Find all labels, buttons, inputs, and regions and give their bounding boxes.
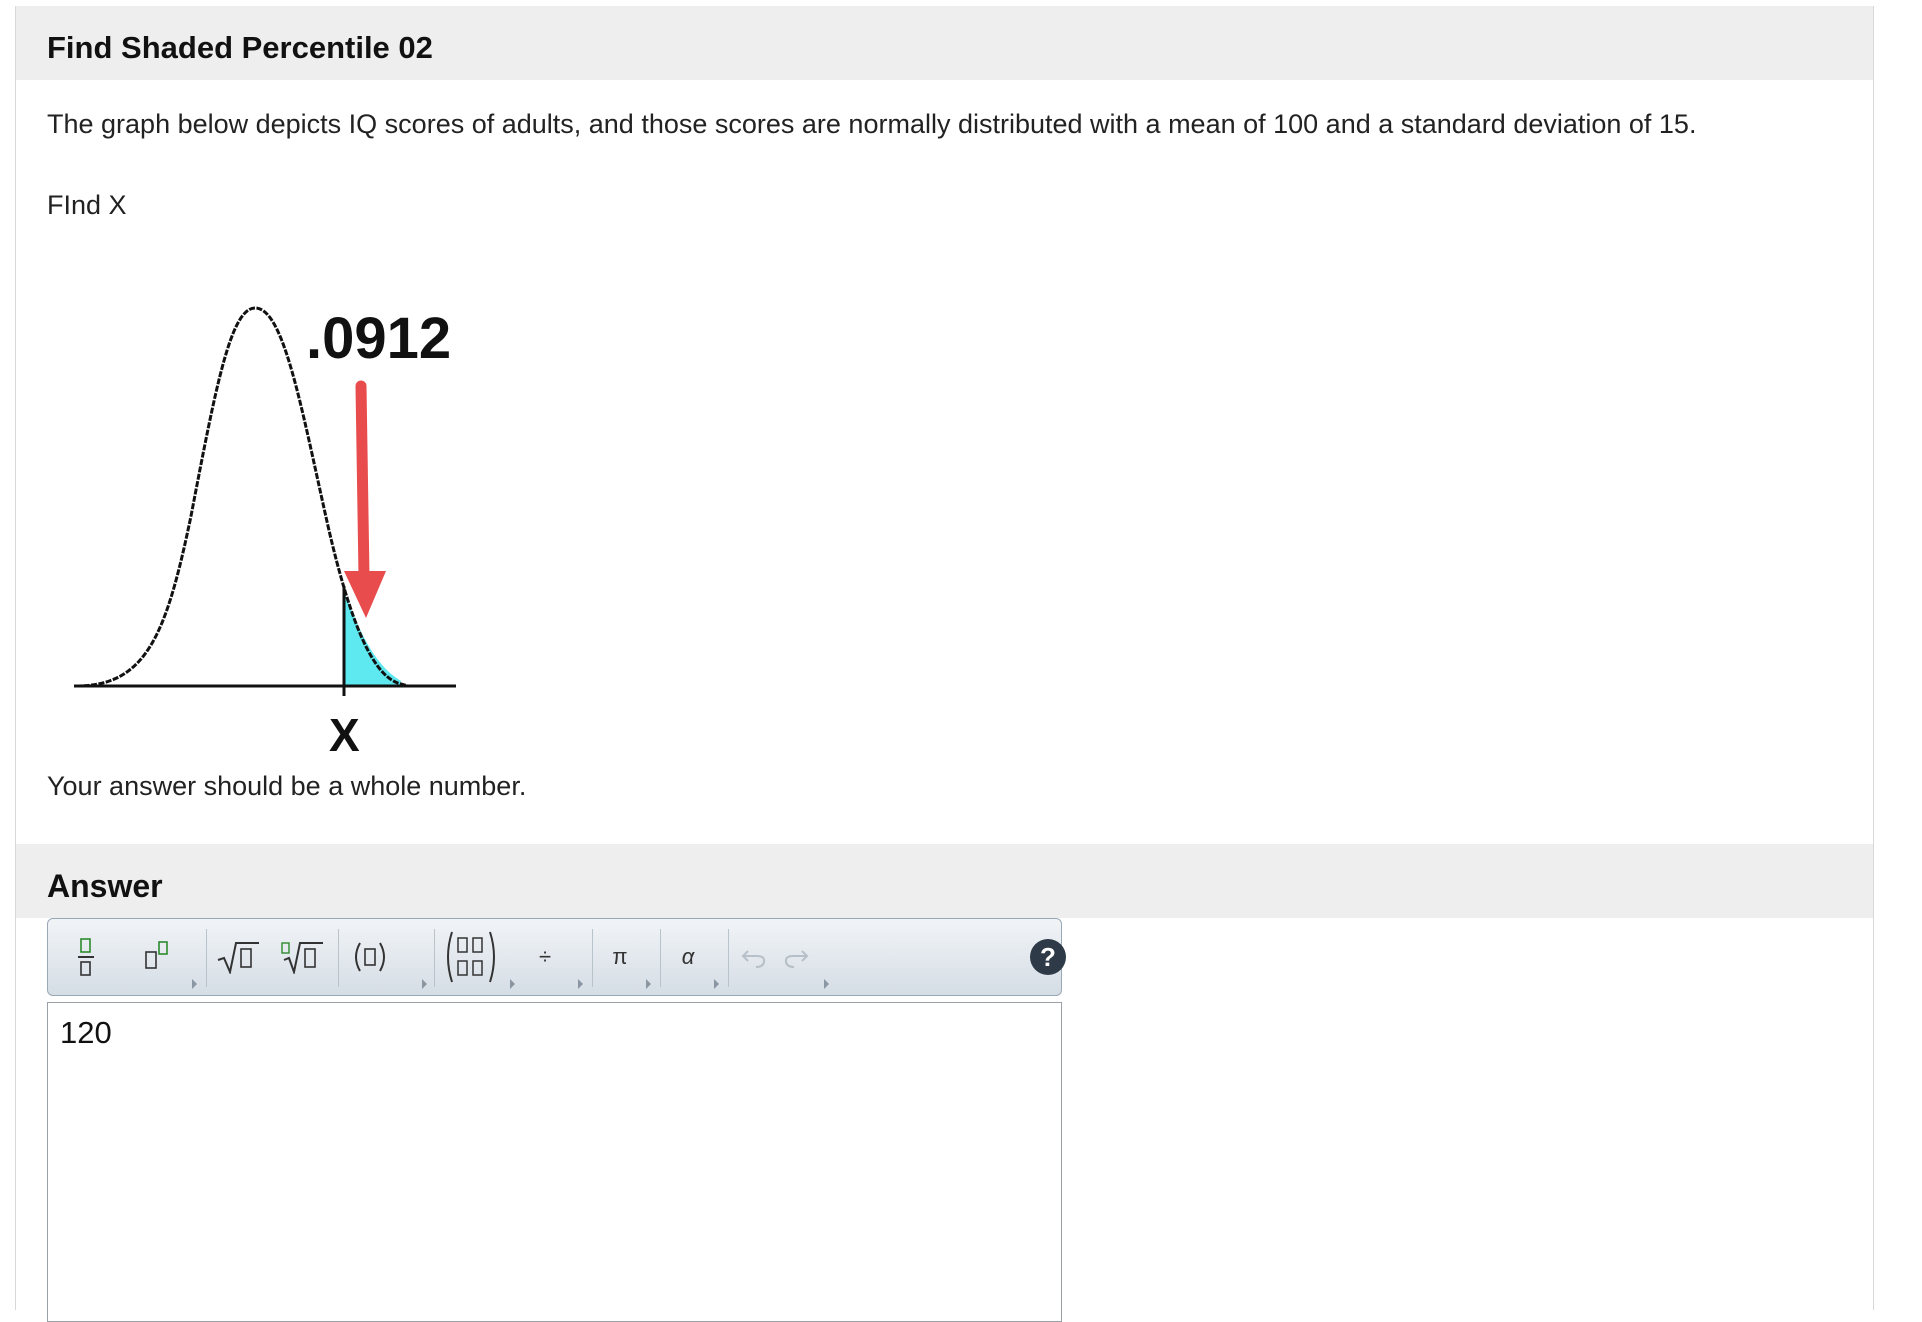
- chevron-right-icon: [646, 979, 651, 989]
- chevron-right-icon: [422, 979, 427, 989]
- arrow-shaft: [355, 380, 370, 582]
- chevron-right-icon: [714, 979, 719, 989]
- shaded-tail-region: [344, 591, 401, 686]
- chevron-right-icon: [578, 979, 583, 989]
- square-root-icon: [217, 942, 259, 974]
- shaded-area-label: .0912: [306, 306, 451, 371]
- answer-input[interactable]: 120: [47, 1002, 1062, 1322]
- parentheses-button[interactable]: [348, 933, 392, 981]
- alpha-button[interactable]: α: [666, 933, 710, 981]
- matrix-button[interactable]: [442, 927, 500, 987]
- x-label: X: [329, 709, 360, 761]
- alpha-icon: α: [681, 944, 695, 969]
- pi-icon: π: [612, 944, 628, 969]
- matrix-icon: [447, 931, 495, 983]
- chevron-right-icon: [192, 979, 197, 989]
- redo-button[interactable]: [778, 933, 814, 981]
- fraction-icon: [78, 938, 94, 976]
- parentheses-icon: [355, 942, 385, 972]
- chevron-right-icon: [510, 979, 515, 989]
- superscript-button[interactable]: [140, 933, 176, 981]
- question-text: The graph below depicts IQ scores of adu…: [47, 109, 1697, 139]
- nth-root-button[interactable]: [280, 933, 324, 981]
- toolbar-divider: [592, 929, 593, 987]
- math-toolbar: ÷ π α ?: [47, 918, 1066, 996]
- chevron-right-icon: [824, 979, 829, 989]
- pi-button[interactable]: π: [598, 933, 642, 981]
- answer-section-header: Answer: [16, 844, 1873, 918]
- undo-icon: [741, 950, 766, 968]
- question-prompt: FInd X: [47, 190, 127, 220]
- undo-button[interactable]: [736, 933, 772, 981]
- answer-hint: Your answer should be a whole number.: [47, 771, 527, 801]
- square-root-button[interactable]: [216, 933, 260, 981]
- normal-curve-figure: .0912 X: [74, 306, 456, 761]
- toolbar-divider: [660, 929, 661, 987]
- title-bar: Find Shaded Percentile 02: [16, 6, 1873, 80]
- help-icon[interactable]: ?: [1030, 939, 1066, 975]
- divide-button[interactable]: ÷: [528, 933, 562, 981]
- toolbar-divider: [338, 929, 339, 987]
- superscript-icon: [145, 941, 168, 969]
- redo-icon: [784, 950, 809, 968]
- divide-icon: ÷: [538, 944, 552, 969]
- fraction-button[interactable]: [68, 933, 104, 981]
- nth-root-icon: [281, 942, 323, 974]
- toolbar-divider: [434, 929, 435, 987]
- page-title: Find Shaded Percentile 02: [47, 30, 433, 65]
- toolbar-divider: [206, 929, 207, 987]
- question-card: Find Shaded Percentile 02 The graph belo…: [15, 6, 1874, 1322]
- answer-heading: Answer: [47, 868, 163, 904]
- toolbar-divider: [728, 929, 729, 987]
